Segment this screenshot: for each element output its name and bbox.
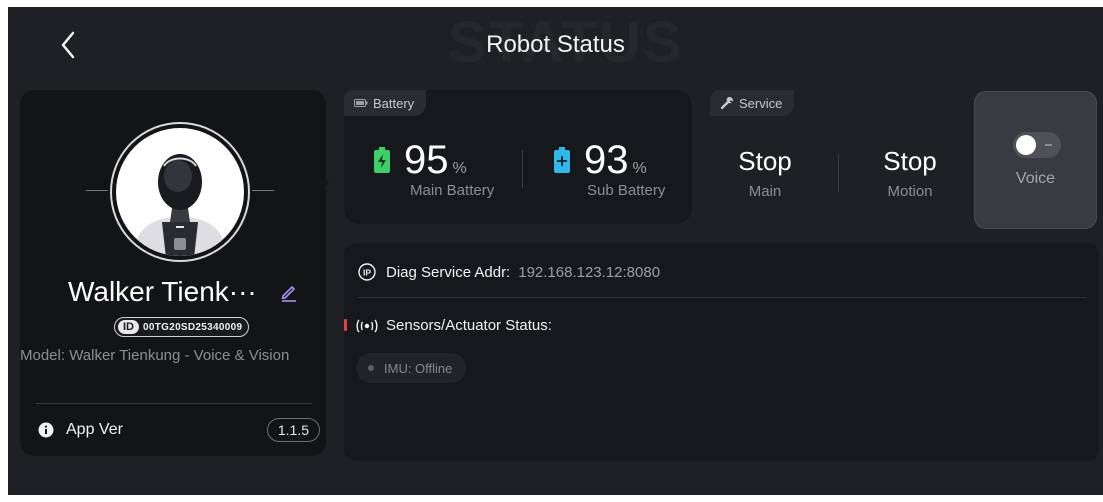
battery-charging-icon bbox=[374, 147, 390, 173]
service-tab-label: Service bbox=[710, 90, 795, 116]
robot-avatar bbox=[110, 122, 250, 262]
service-motion-block: Stop Motion bbox=[855, 146, 965, 200]
service-divider bbox=[838, 154, 839, 192]
service-main-label: Main bbox=[748, 183, 782, 200]
diag-address-value: 192.168.123.12:8080 bbox=[518, 263, 661, 281]
app-version-label: App Ver bbox=[66, 421, 123, 438]
sub-battery-value: 93 bbox=[584, 138, 629, 182]
battery-plus-icon bbox=[554, 147, 570, 173]
battery-card: Battery 95 % Main Battery 93 % Sub Batte… bbox=[344, 90, 692, 224]
service-tab-text: Service bbox=[739, 95, 783, 111]
robot-id-value: 00TG20SD25340009 bbox=[143, 321, 243, 333]
robot-profile-card: Walker Tienk··· ID 00TG20SD25340009 Mode… bbox=[20, 90, 326, 456]
voice-label: Voice bbox=[1015, 170, 1056, 187]
battery-divider bbox=[522, 150, 523, 188]
id-tag: ID bbox=[118, 320, 139, 334]
sub-battery-block: 93 % Sub Battery bbox=[554, 140, 665, 199]
battery-icon bbox=[354, 99, 368, 107]
diag-address-label: Diag Service Addr: bbox=[386, 263, 511, 281]
toggle-off-mark bbox=[1045, 144, 1052, 146]
app-version-row: App Ver 1.1.5 bbox=[38, 418, 324, 442]
main-battery-value: 95 bbox=[404, 138, 449, 182]
toggle-knob bbox=[1016, 135, 1036, 155]
avatar-decor-line bbox=[252, 190, 274, 191]
wrench-icon bbox=[720, 97, 733, 110]
diag-address-row: IP Diag Service Addr: 192.168.123.12:808… bbox=[358, 263, 660, 281]
voice-toggle-switch[interactable] bbox=[1013, 132, 1061, 158]
service-main-block: Stop Main bbox=[710, 146, 820, 200]
robot-name-row: Walker Tienk··· bbox=[68, 276, 318, 308]
main-battery-block: 95 % Main Battery bbox=[374, 140, 494, 199]
page-title: Robot Status bbox=[486, 31, 625, 58]
pencil-icon bbox=[281, 286, 296, 302]
robot-model: Model: Walker Tienkung - Voice & Vision bbox=[20, 347, 290, 364]
profile-pointer bbox=[320, 173, 329, 193]
sensors-status-row: Sensors/Actuator Status: bbox=[356, 317, 552, 334]
battery-tab-label: Battery bbox=[344, 90, 427, 116]
edit-name-button[interactable] bbox=[279, 282, 299, 302]
service-motion-value: Stop bbox=[883, 146, 937, 176]
voice-toggle-card[interactable]: Voice bbox=[974, 91, 1097, 229]
main-battery-label: Main Battery bbox=[410, 182, 495, 199]
ip-icon: IP bbox=[358, 263, 376, 281]
broadcast-icon bbox=[356, 319, 378, 332]
svg-text:IP: IP bbox=[363, 267, 371, 277]
robot-name: Walker Tienk··· bbox=[68, 276, 257, 307]
app-version-value: 1.1.5 bbox=[266, 418, 320, 442]
robot-id-badge: ID 00TG20SD25340009 bbox=[114, 317, 250, 337]
profile-divider bbox=[36, 403, 312, 404]
sub-battery-unit: % bbox=[632, 160, 647, 177]
robot-avatar-image bbox=[116, 128, 244, 256]
battery-tab-text: Battery bbox=[373, 95, 415, 111]
status-dot bbox=[368, 365, 374, 371]
sensors-status-label: Sensors/Actuator Status: bbox=[386, 317, 552, 334]
imu-status-text: IMU: Offline bbox=[384, 360, 453, 376]
sensor-alert-indicator bbox=[344, 319, 347, 331]
main-battery-unit: % bbox=[452, 160, 467, 177]
sub-battery-label: Sub Battery bbox=[587, 182, 666, 199]
imu-status-chip: IMU: Offline bbox=[356, 353, 467, 383]
robot-status-screen: STATUS Robot Status Walker Tienk··· ID 0… bbox=[8, 7, 1103, 495]
service-card: Service Stop Main Stop Motion bbox=[710, 90, 974, 224]
service-motion-label: Motion bbox=[887, 183, 933, 200]
diagnostics-card: IP Diag Service Addr: 192.168.123.12:808… bbox=[344, 243, 1099, 461]
service-main-value: Stop bbox=[738, 146, 792, 176]
info-icon bbox=[38, 422, 54, 438]
diag-divider bbox=[358, 297, 1086, 298]
avatar-decor-line bbox=[86, 190, 108, 191]
